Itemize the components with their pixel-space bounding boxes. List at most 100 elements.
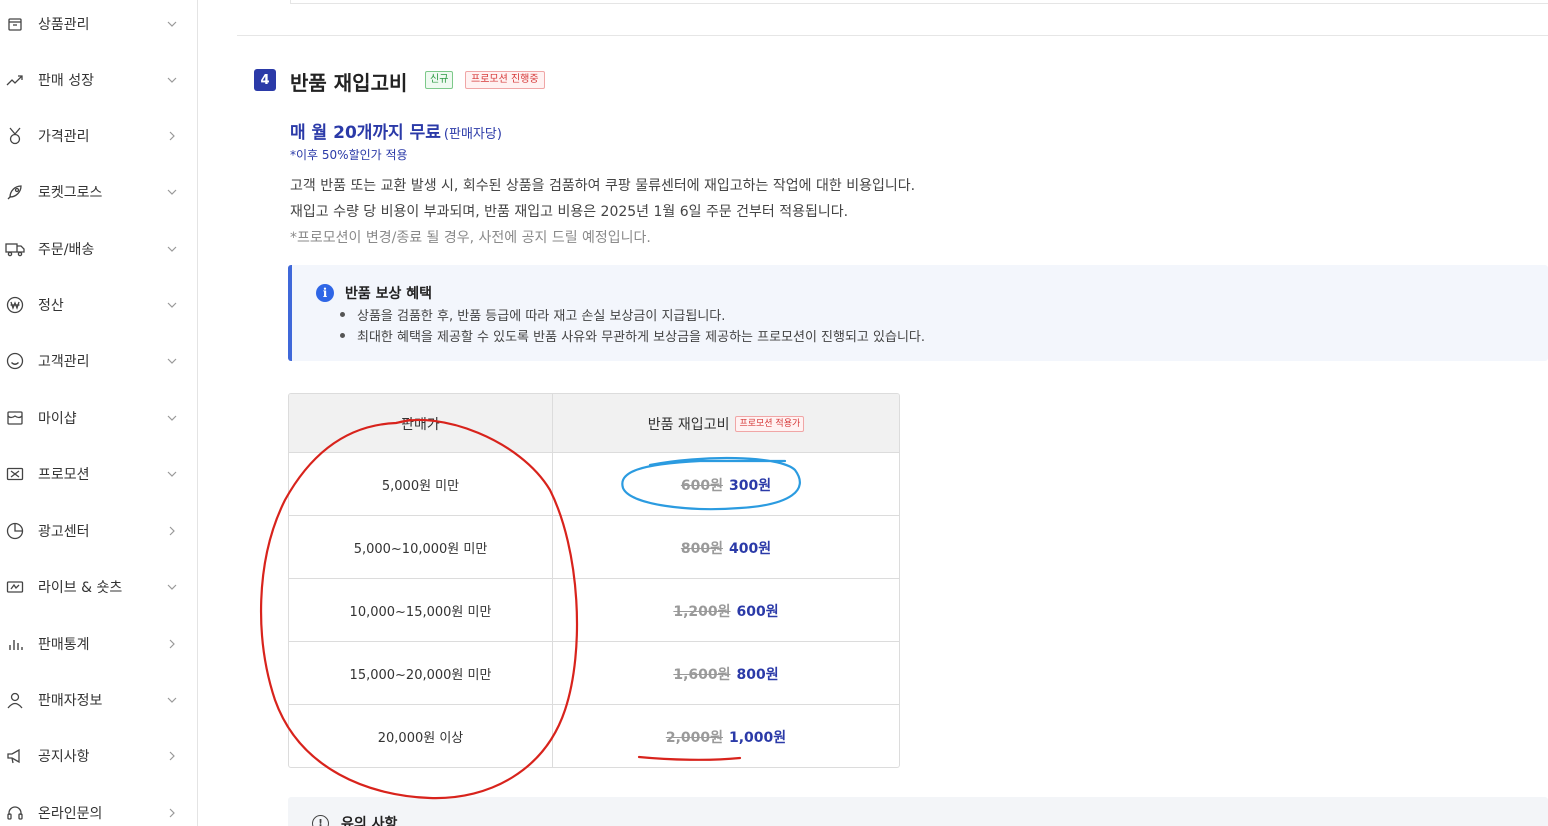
sidebar-item-label: 온라인문의: [38, 806, 103, 822]
caution-box: [288, 797, 1548, 826]
free-quota-sub: (판매자당): [443, 127, 502, 142]
won-icon: [5, 295, 25, 315]
sidebar-item-live-shorts[interactable]: 라이브 & 숏츠: [0, 572, 196, 602]
column-header-price: 판매가: [401, 416, 440, 433]
sidebar-item-product[interactable]: 상품관리: [0, 9, 196, 39]
price-range-cell: 15,000~20,000원 미만: [349, 668, 492, 683]
free-quota-text: 매 월 20개까지 무료: [290, 123, 441, 143]
megaphone-icon: [5, 746, 25, 766]
chevron-down-icon: [165, 354, 179, 368]
chevron-down-icon: [165, 467, 179, 481]
sidebar-item-label: 광고센터: [38, 524, 90, 540]
sidebar-item-customer[interactable]: 고객관리: [0, 346, 196, 376]
fee-cell: 2,000원 1,000원: [553, 705, 899, 767]
sidebar-item-settlement[interactable]: 정산: [0, 290, 196, 320]
promo-fee: 400원: [729, 540, 772, 557]
sidebar-item-label: 정산: [38, 298, 64, 314]
promo-fee: 800원: [736, 666, 779, 683]
sidebar-item-label: 공지사항: [38, 749, 90, 765]
chevron-down-icon: [165, 298, 179, 312]
sidebar-item-label: 판매자정보: [38, 693, 103, 709]
promo-badge: 프로모션 진행중: [465, 71, 545, 89]
promo-fee: 300원: [729, 477, 772, 494]
chevron-right-icon: [165, 637, 179, 651]
caution-title: 유의 사항: [341, 816, 398, 826]
chevron-down-icon: [165, 17, 179, 31]
live-icon: [5, 577, 25, 597]
sidebar-item-order-delivery[interactable]: 주문/배송: [0, 234, 196, 264]
sidebar-item-online-inquiry[interactable]: 온라인문의: [0, 798, 196, 826]
sidebar-item-label: 라이브 & 숏츠: [38, 580, 123, 596]
free-quota-line: 매 월 20개까지 무료 (판매자당): [290, 118, 502, 143]
table-row: 5,000~10,000원 미만 800원 400원: [289, 516, 899, 579]
pie-icon: [5, 521, 25, 541]
table-row: 20,000원 이상 2,000원 1,000원: [289, 705, 899, 767]
chevron-down-icon: [165, 580, 179, 594]
headset-icon: [5, 803, 25, 823]
sidebar-item-sales-stats[interactable]: 판매통계: [0, 629, 196, 659]
shop-icon: [5, 408, 25, 428]
chevron-down-icon: [165, 73, 179, 87]
sidebar-item-notice[interactable]: 공지사항: [0, 741, 196, 771]
info-list-item: 상품을 검품한 후, 반품 등급에 따라 재고 손실 보상금이 지급됩니다.: [340, 305, 725, 324]
sidebar: 상품관리 판매 성장 가격관리 로켓그로스 주문/배송 정산 고객관리 마이샵: [0, 0, 198, 826]
rocket-icon: [5, 182, 25, 202]
bar-chart-icon: [5, 634, 25, 654]
new-badge: 신규: [425, 71, 454, 89]
sidebar-item-label: 마이샵: [38, 411, 77, 427]
chevron-right-icon: [165, 524, 179, 538]
sidebar-item-label: 판매통계: [38, 637, 90, 653]
fee-cell: 1,600원 800원: [553, 642, 899, 705]
description-line-1: 고객 반품 또는 교환 발생 시, 회수된 상품을 검품하여 쿠팡 물류센터에 …: [290, 178, 916, 194]
original-fee: 1,200원: [673, 603, 731, 620]
restock-fee-table: 판매가 반품 재입고비 프로모션 적용가 5,000원 미만 600원 300원 5…: [288, 393, 900, 768]
original-fee: 2,000원: [665, 729, 723, 746]
trend-up-icon: [5, 70, 25, 90]
sidebar-item-ad-center[interactable]: 광고센터: [0, 516, 196, 546]
table-row: 5,000원 미만 600원 300원: [289, 453, 899, 516]
fee-cell: 800원 400원: [553, 516, 899, 579]
table-row: 10,000~15,000원 미만 1,200원 600원: [289, 579, 899, 642]
sidebar-item-sales-growth[interactable]: 판매 성장: [0, 65, 196, 95]
box-icon: [5, 14, 25, 34]
original-fee: 800원: [680, 540, 723, 557]
chevron-down-icon: [165, 693, 179, 707]
user-icon: [5, 690, 25, 710]
price-range-cell: 5,000~10,000원 미만: [353, 542, 488, 557]
chevron-right-icon: [165, 129, 179, 143]
table-row: 15,000~20,000원 미만 1,600원 800원: [289, 642, 899, 705]
chevron-right-icon: [165, 806, 179, 820]
original-fee: 600원: [680, 477, 723, 494]
sidebar-item-rocket-growth[interactable]: 로켓그로스: [0, 177, 196, 207]
sidebar-item-promotion[interactable]: 프로모션: [0, 459, 196, 489]
discount-note: *이후 50%할인가 적용: [290, 148, 408, 162]
caution-icon: !: [312, 815, 329, 826]
smile-icon: [5, 351, 25, 371]
section-divider: [237, 35, 1548, 36]
ticket-icon: [5, 464, 25, 484]
info-title: 반품 보상 혜택: [345, 286, 433, 302]
price-range-cell: 10,000~15,000원 미만: [349, 605, 492, 620]
sidebar-item-label: 판매 성장: [38, 73, 94, 89]
fee-cell: 600원 300원: [553, 453, 899, 516]
promo-price-badge: 프로모션 적용가: [735, 415, 805, 432]
sidebar-item-label: 고객관리: [38, 354, 90, 370]
column-header-fee: 반품 재입고비 프로모션 적용가: [553, 394, 899, 453]
sidebar-item-label: 주문/배송: [38, 242, 95, 258]
price-range-cell: 5,000원 미만: [381, 479, 460, 494]
fee-cell: 1,200원 600원: [553, 579, 899, 642]
sidebar-item-seller-info[interactable]: 판매자정보: [0, 685, 196, 715]
price-range-cell: 20,000원 이상: [377, 731, 464, 746]
sidebar-item-label: 로켓그로스: [38, 185, 103, 201]
info-list-item: 최대한 혜택을 제공할 수 있도록 반품 사유와 무관하게 보상금을 제공하는 …: [340, 326, 925, 345]
sidebar-item-my-shop[interactable]: 마이샵: [0, 403, 196, 433]
chevron-down-icon: [165, 185, 179, 199]
truck-icon: [5, 239, 25, 259]
info-icon: i: [316, 284, 334, 302]
previous-section-bottom: [290, 0, 1548, 4]
chevron-down-icon: [165, 411, 179, 425]
sidebar-item-price[interactable]: 가격관리: [0, 121, 196, 151]
chevron-down-icon: [165, 242, 179, 256]
section-title: 반품 재입고비: [290, 71, 408, 95]
promotion-notice: *프로모션이 변경/종료 될 경우, 사전에 공지 드릴 예정입니다.: [290, 230, 651, 246]
